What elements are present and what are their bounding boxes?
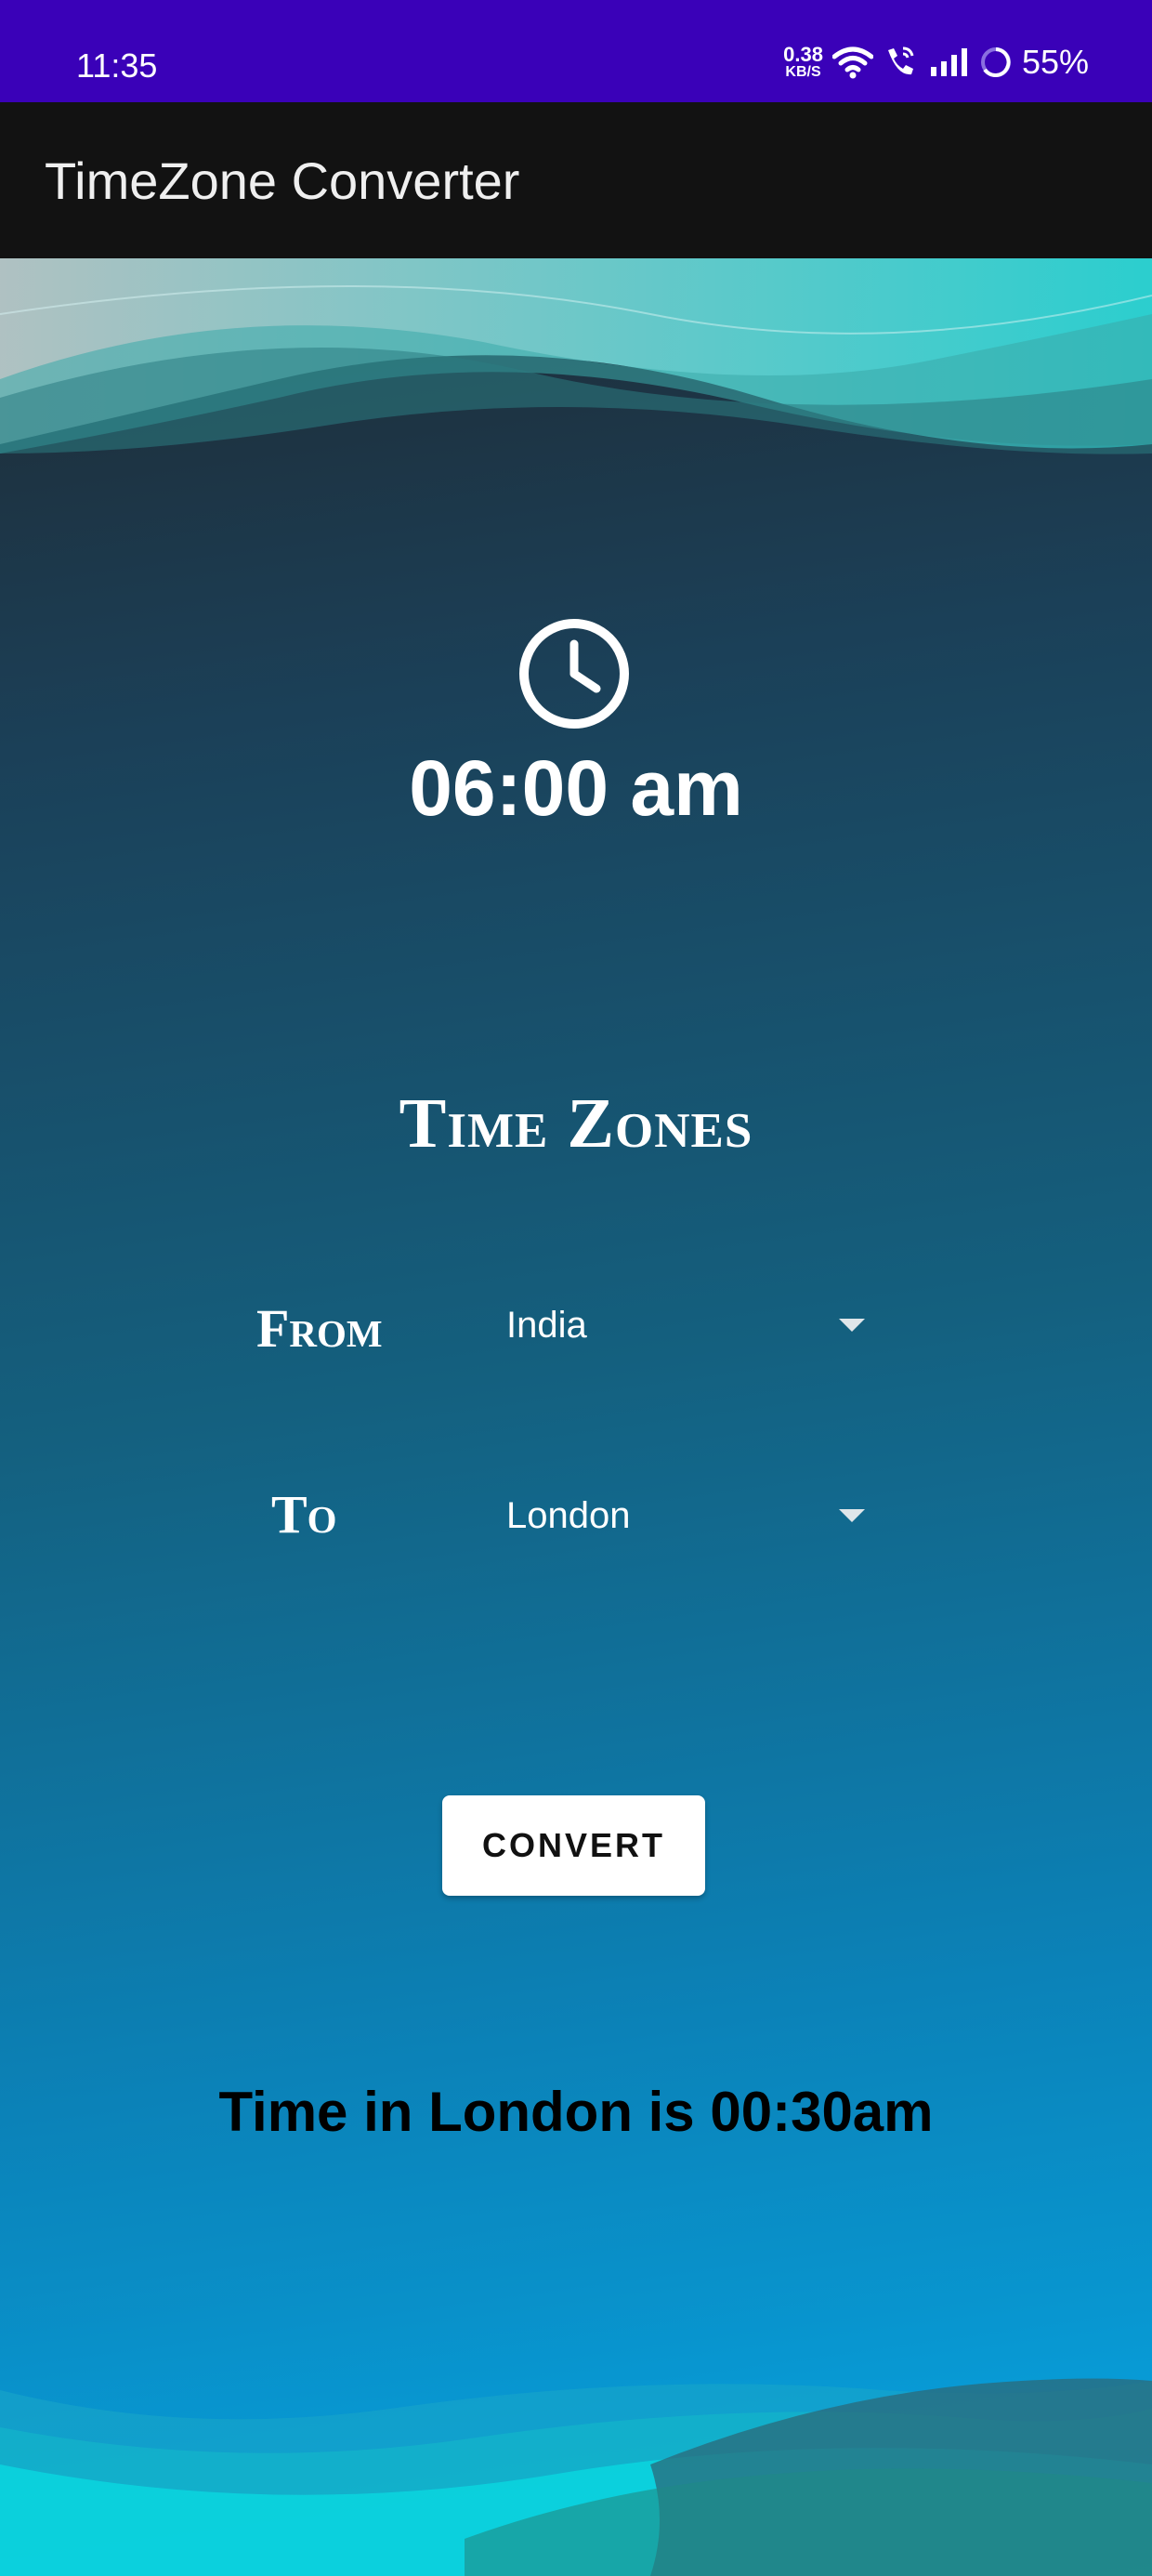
time-zones-title: Time Zones <box>399 1084 753 1163</box>
battery-ring-icon <box>980 47 1011 77</box>
wifi-icon <box>831 46 873 79</box>
network-speed-unit: KB/S <box>785 64 821 80</box>
to-label: To <box>271 1484 337 1544</box>
to-timezone-dropdown[interactable]: London <box>506 1483 878 1548</box>
dropdown-arrow-icon <box>839 1509 865 1522</box>
battery-percentage: 55% <box>1021 43 1089 81</box>
from-timezone-dropdown[interactable]: India <box>506 1293 878 1358</box>
current-time: 06:00 am <box>409 744 743 832</box>
network-speed-value: 0.38 <box>783 43 823 66</box>
top-wave-decoration <box>0 258 1152 454</box>
app-title: TimeZone Converter <box>45 151 520 210</box>
status-icons: 0.38 KB/S 55% <box>783 43 1089 82</box>
wifi-calling-icon <box>887 46 914 75</box>
result-text: Time in London is 00:30am <box>218 2081 934 2143</box>
dropdown-arrow-icon <box>839 1319 865 1332</box>
status-bar: 11:35 0.38 KB/S 55% <box>0 0 1152 102</box>
bottom-wave-decoration <box>0 2378 1152 2576</box>
convert-button[interactable]: CONVERT <box>442 1795 705 1896</box>
cell-signal-icon <box>930 48 967 76</box>
clock-icon <box>519 619 629 729</box>
main-content: 06:00 am Time Zones From India To London… <box>0 258 1152 2576</box>
app-bar: TimeZone Converter <box>0 102 1152 258</box>
to-timezone-value: London <box>506 1494 631 1536</box>
from-label: From <box>256 1298 383 1359</box>
from-timezone-value: India <box>506 1304 587 1346</box>
network-speed: 0.38 KB/S <box>783 45 823 80</box>
status-time: 11:35 <box>76 46 158 85</box>
